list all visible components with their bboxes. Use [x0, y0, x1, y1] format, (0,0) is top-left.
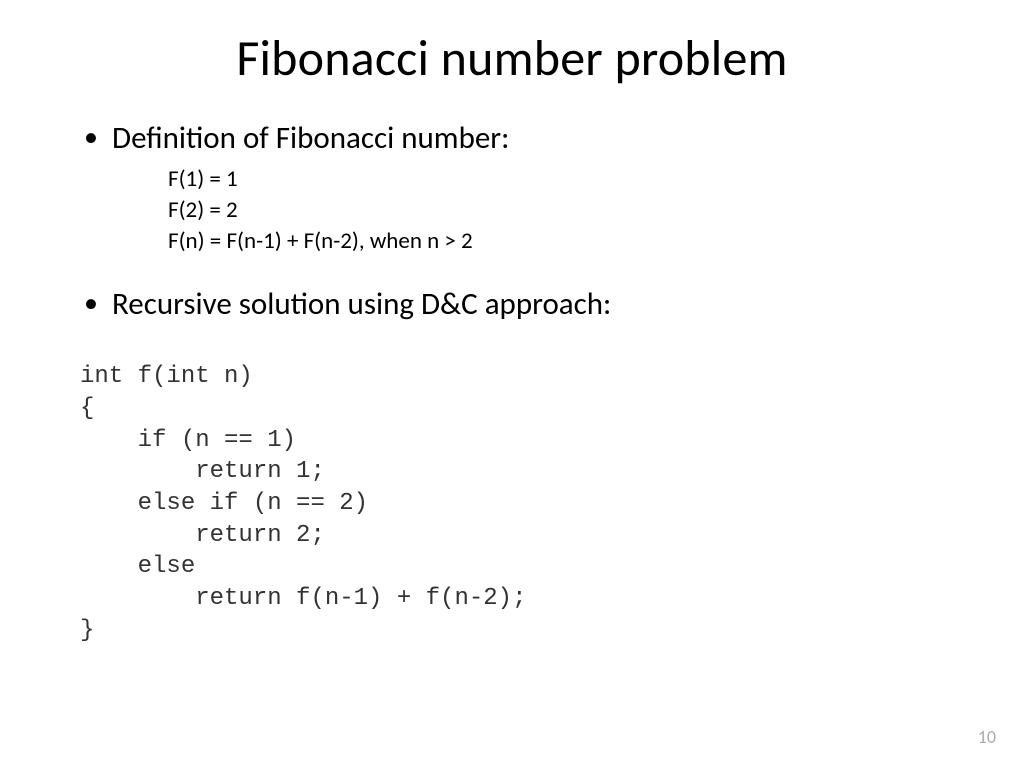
code-line: {: [80, 395, 94, 422]
code-line: else if (n == 2): [80, 490, 368, 517]
code-line: int f(int n): [80, 363, 253, 390]
code-line: return 1;: [80, 458, 325, 485]
definition-block: F(1) = 1 F(2) = 2 F(n) = F(n-1) + F(n-2)…: [168, 164, 944, 257]
content-list: Definition of Fibonacci number:: [80, 119, 944, 158]
code-block: int f(int n) { if (n == 1) return 1; els…: [80, 330, 944, 647]
page-number: 10: [978, 726, 996, 748]
definition-line-2: F(2) = 2: [168, 195, 944, 226]
code-line: return f(n-1) + f(n-2);: [80, 585, 526, 612]
code-line: return 2;: [80, 522, 325, 549]
bullet-definition-text: Definition of Fibonacci number:: [112, 119, 509, 157]
bullet-definition: Definition of Fibonacci number:: [80, 119, 944, 158]
content-list-2: Recursive solution using D&C approach:: [80, 285, 944, 324]
bullet-recursive: Recursive solution using D&C approach:: [80, 285, 944, 324]
slide-title: Fibonacci number problem: [80, 28, 944, 89]
definition-line-1: F(1) = 1: [168, 164, 944, 195]
code-line: }: [80, 617, 94, 644]
code-line: if (n == 1): [80, 427, 296, 454]
bullet-recursive-text: Recursive solution using D&C approach:: [112, 285, 611, 323]
code-line: else: [80, 553, 195, 580]
slide: Fibonacci number problem Definition of F…: [0, 0, 1024, 768]
definition-line-3: F(n) = F(n-1) + F(n-2), when n > 2: [168, 226, 944, 257]
